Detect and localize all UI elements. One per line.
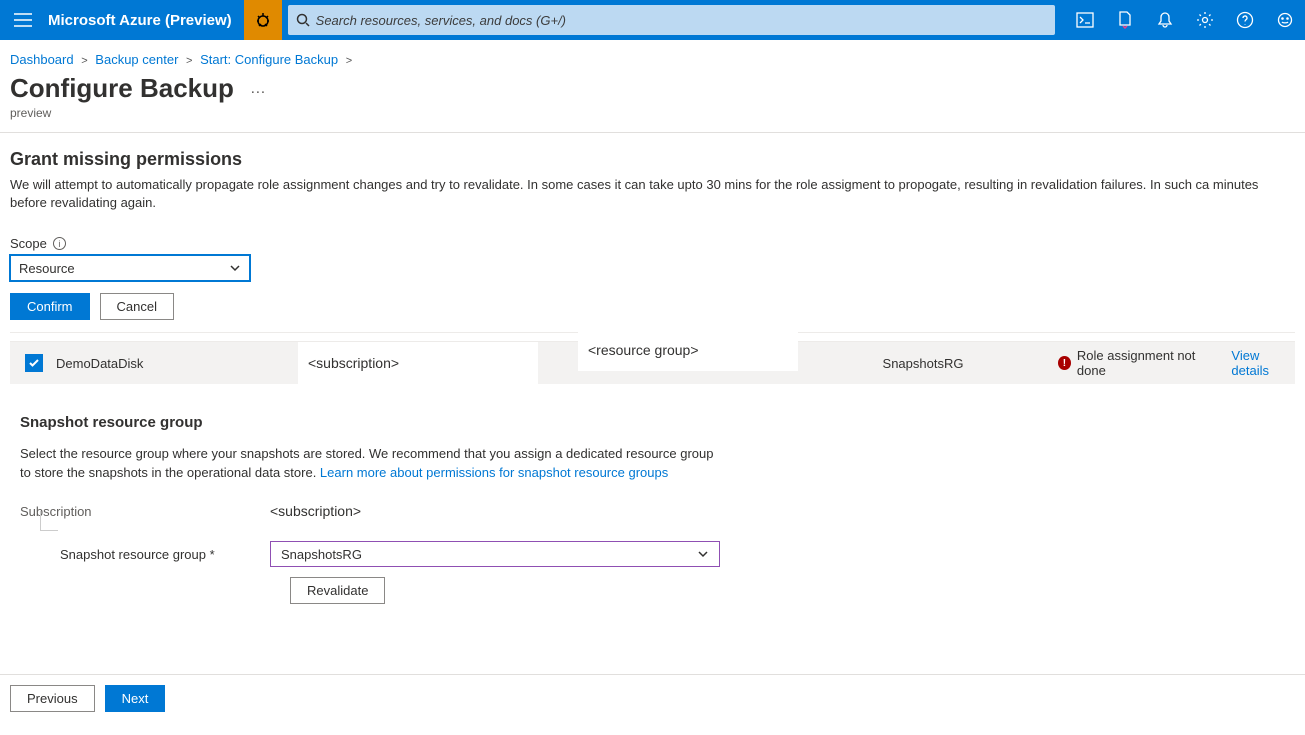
breadcrumb-dashboard[interactable]: Dashboard xyxy=(10,52,74,67)
revalidate-row: Revalidate xyxy=(20,577,1285,604)
snapshot-rg-row: Snapshot resource group * SnapshotsRG xyxy=(20,541,1285,567)
hamburger-menu[interactable] xyxy=(0,0,46,40)
preview-label: preview xyxy=(0,106,1305,132)
view-details-link[interactable]: View details xyxy=(1231,348,1295,378)
table-row: DemoDataDisk <subscription> <resource gr… xyxy=(10,342,1295,384)
snapshot-rg-dropdown[interactable]: SnapshotsRG xyxy=(270,541,720,567)
scope-label: Scope xyxy=(10,236,47,251)
snapshot-title: Snapshot resource group xyxy=(20,414,1285,431)
revalidate-button[interactable]: Revalidate xyxy=(290,577,385,604)
global-search[interactable] xyxy=(288,5,1055,35)
snapshot-rg-cell: SnapshotsRG xyxy=(798,356,1048,371)
breadcrumb-backup-center[interactable]: Backup center xyxy=(95,52,178,67)
snapshot-rg-selected: SnapshotsRG xyxy=(281,547,362,562)
subscription-cell: <subscription> xyxy=(298,342,538,384)
page-header: Configure Backup … xyxy=(0,73,1305,106)
help-icon[interactable] xyxy=(1225,0,1265,40)
error-icon: ! xyxy=(1058,356,1071,370)
scope-label-row: Scope i xyxy=(0,222,1305,255)
chevron-right-icon: > xyxy=(77,55,91,67)
page-title: Configure Backup xyxy=(10,73,234,104)
snapshot-description: Select the resource group where your sna… xyxy=(20,445,720,483)
grant-permissions-section: Grant missing permissions We will attemp… xyxy=(0,133,1305,222)
directories-icon[interactable] xyxy=(1105,0,1145,40)
scope-selected-value: Resource xyxy=(19,261,75,276)
brand-title: Microsoft Azure (Preview) xyxy=(46,12,244,29)
resource-group-cell: <resource group> xyxy=(578,329,798,371)
status-text: Role assignment not done xyxy=(1077,348,1216,378)
subscription-row: Subscription <subscription> xyxy=(20,503,1285,519)
cancel-button[interactable]: Cancel xyxy=(100,293,174,320)
confirm-cancel-row: Confirm Cancel xyxy=(0,281,1305,332)
scope-dropdown[interactable]: Resource xyxy=(10,255,250,281)
breadcrumb-configure-backup[interactable]: Start: Configure Backup xyxy=(200,52,338,67)
status-cell: ! Role assignment not done View details xyxy=(1048,348,1295,378)
info-icon[interactable]: i xyxy=(53,237,66,250)
chevron-down-icon xyxy=(229,262,241,274)
tree-connector xyxy=(40,511,58,531)
previous-button[interactable]: Previous xyxy=(10,685,95,712)
chevron-right-icon: > xyxy=(342,55,356,67)
header-actions xyxy=(1065,0,1305,40)
preview-bug-icon[interactable] xyxy=(244,0,282,40)
confirm-button[interactable]: Confirm xyxy=(10,293,90,320)
search-input[interactable] xyxy=(316,13,1047,28)
resource-name: DemoDataDisk xyxy=(48,356,298,371)
checkbox-cell xyxy=(10,354,48,372)
notifications-icon[interactable] xyxy=(1145,0,1185,40)
more-actions-button[interactable]: … xyxy=(250,80,266,98)
chevron-down-icon xyxy=(697,548,709,560)
snapshot-section: Snapshot resource group Select the resou… xyxy=(0,384,1305,614)
search-icon xyxy=(296,13,310,27)
feedback-icon[interactable] xyxy=(1265,0,1305,40)
breadcrumb: Dashboard > Backup center > Start: Confi… xyxy=(0,40,1305,73)
learn-more-link[interactable]: Learn more about permissions for snapsho… xyxy=(320,465,668,480)
subscription-value: <subscription> xyxy=(270,503,361,519)
top-header: Microsoft Azure (Preview) xyxy=(0,0,1305,40)
grant-title: Grant missing permissions xyxy=(10,149,1295,170)
settings-icon[interactable] xyxy=(1185,0,1225,40)
next-button[interactable]: Next xyxy=(105,685,166,712)
cloud-shell-icon[interactable] xyxy=(1065,0,1105,40)
check-icon xyxy=(28,357,40,369)
snapshot-rg-label: Snapshot resource group * xyxy=(20,547,270,562)
grant-description: We will attempt to automatically propaga… xyxy=(10,176,1295,212)
chevron-right-icon: > xyxy=(182,55,196,67)
row-checkbox[interactable] xyxy=(25,354,43,372)
wizard-footer: Previous Next xyxy=(0,674,1305,722)
